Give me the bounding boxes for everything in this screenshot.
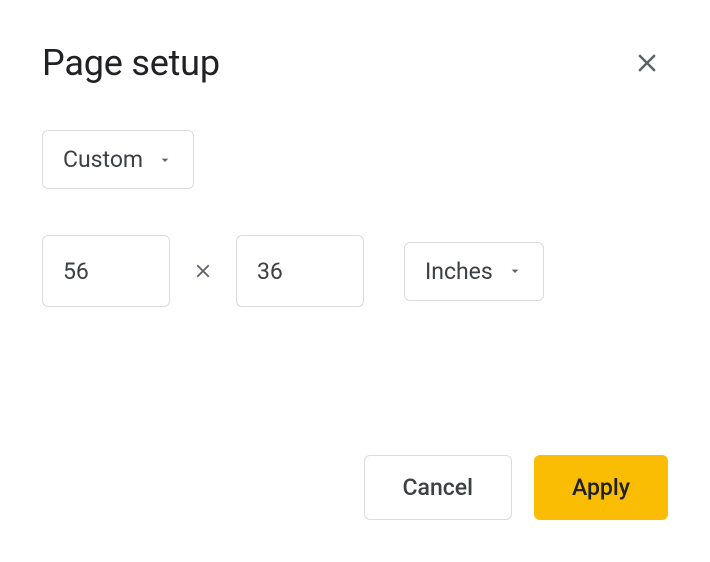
dimension-separator — [192, 260, 214, 282]
width-input[interactable] — [42, 235, 170, 307]
close-icon — [632, 48, 662, 78]
chevron-down-icon — [157, 152, 173, 168]
close-button[interactable] — [626, 42, 668, 84]
times-icon — [192, 260, 214, 282]
units-dropdown[interactable]: Inches — [404, 242, 544, 301]
apply-button[interactable]: Apply — [534, 455, 668, 520]
chevron-down-icon — [507, 263, 523, 279]
preset-dropdown[interactable]: Custom — [42, 130, 194, 189]
dialog-title: Page setup — [42, 42, 220, 84]
units-label: Inches — [425, 258, 493, 285]
preset-label: Custom — [63, 146, 143, 173]
height-input[interactable] — [236, 235, 364, 307]
cancel-button[interactable]: Cancel — [364, 455, 512, 520]
